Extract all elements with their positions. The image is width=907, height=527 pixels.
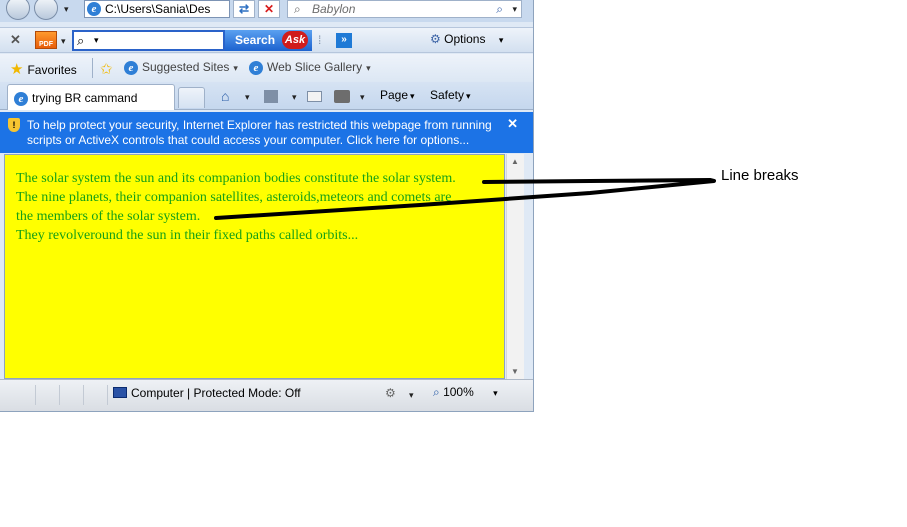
status-cell	[84, 385, 108, 405]
stop-button[interactable]: ✕	[258, 0, 280, 18]
page-content: The solar system the sun and its compani…	[4, 154, 505, 379]
chevron-down-icon: ▾	[493, 388, 498, 398]
feeds-dropdown-icon[interactable]: ▾	[292, 92, 297, 103]
zoom-level: 100%	[443, 385, 474, 399]
star-icon: ★	[10, 61, 24, 78]
magnifier-icon: ⌕	[77, 33, 85, 48]
scroll-up-icon[interactable]: ▲	[511, 157, 519, 166]
refresh-button[interactable]: ⇄	[233, 0, 255, 18]
search-go-icon[interactable]: ⌕	[496, 1, 503, 17]
ie-page-icon: e	[87, 2, 101, 16]
chevron-down-icon: ▾	[233, 63, 238, 73]
add-favorite-icon: ✩	[100, 61, 113, 78]
tab-row: e trying BR cammand ⌂ ▾ ▾ ▾ Page ▾ Safety ▾	[0, 82, 533, 110]
search-placeholder: Babylon	[312, 2, 356, 16]
forward-button[interactable]	[34, 0, 58, 20]
favorites-label: Favorites	[27, 63, 77, 77]
ask-toolbar: ✕ PDF ▾ ⌕ ▾ Search Ask ⁞ » ⚙ Options ▾	[0, 27, 533, 53]
status-cell	[60, 385, 84, 405]
address-field[interactable]: e C:\Users\Sania\Des	[84, 0, 230, 18]
scroll-down-icon[interactable]: ▼	[511, 367, 519, 376]
mail-icon[interactable]	[307, 91, 322, 102]
text-line: The solar system the sun and its compani…	[16, 171, 456, 186]
print-dropdown-icon[interactable]: ▾	[360, 92, 365, 103]
add-favorite-button[interactable]: ✩	[100, 60, 117, 78]
chevron-down-icon: ▾	[366, 63, 371, 73]
back-button[interactable]	[6, 0, 30, 20]
gear-icon: ⚙	[430, 32, 441, 46]
suggested-sites-menu[interactable]: e Suggested Sites ▾	[124, 60, 238, 75]
information-bar-message: To help protect your security, Internet …	[27, 118, 492, 147]
annotation-label: Line breaks	[721, 167, 799, 184]
text-line: the members of the solar system.	[16, 209, 201, 224]
safety-menu[interactable]: Safety ▾	[430, 88, 471, 102]
security-zone[interactable]: Computer | Protected Mode: Off	[113, 386, 301, 400]
search-input[interactable]: ⌕ Babylon ⌕ ▾	[287, 0, 522, 18]
safety-menu-label: Safety	[430, 88, 465, 102]
new-tab-button[interactable]	[178, 87, 205, 108]
security-zone-label: Computer | Protected Mode: Off	[131, 386, 301, 400]
pdf-dropdown-icon[interactable]: ▾	[61, 36, 66, 47]
ask-search-input[interactable]: ⌕ ▾	[72, 30, 225, 51]
more-chevron-icon[interactable]: »	[336, 33, 352, 48]
tab-trying-br-cammand[interactable]: e trying BR cammand	[7, 84, 175, 110]
suggested-sites-label: Suggested Sites	[142, 60, 230, 74]
page-menu[interactable]: Page ▾	[380, 88, 415, 102]
ask-search-button[interactable]: Search Ask	[225, 30, 312, 51]
pop-up-blocker-icon[interactable]: ⚙	[385, 386, 396, 400]
tab-title: trying BR cammand	[32, 91, 138, 105]
web-slice-gallery-menu[interactable]: e Web Slice Gallery ▾	[249, 60, 371, 75]
vertical-scrollbar[interactable]: ▲ ▼	[506, 154, 524, 379]
toolbar-grip-icon[interactable]: ⁞	[318, 33, 321, 47]
ie-page-icon: e	[249, 61, 263, 75]
magnifier-icon: ⌕	[294, 2, 301, 16]
page-text: The solar system the sun and its compani…	[16, 169, 501, 245]
chevron-down-icon: ▾	[466, 91, 471, 101]
ie-page-icon: e	[14, 92, 28, 106]
zoom-icon: ⌕	[433, 385, 440, 399]
ask-logo: Ask	[282, 31, 308, 49]
page-menu-label: Page	[380, 88, 409, 102]
ie-page-icon: e	[124, 61, 138, 75]
search-button-label: Search	[235, 33, 276, 47]
chevron-down-icon[interactable]: ▾	[409, 390, 414, 401]
search-dropdown-icon[interactable]: ▾	[94, 35, 99, 46]
feeds-icon[interactable]	[264, 90, 278, 103]
status-cell	[0, 385, 36, 405]
status-cell	[36, 385, 60, 405]
home-icon[interactable]: ⌂	[221, 88, 229, 104]
chevron-down-icon: ▾	[498, 35, 504, 45]
ie-browser-window: ▾ e C:\Users\Sania\Des ⇄ ✕ ⌕ Babylon ⌕ ▾…	[0, 0, 534, 412]
options-label: Options	[444, 32, 486, 46]
zoom-control[interactable]: ⌕ 100% ▾	[433, 385, 498, 400]
web-slice-gallery-label: Web Slice Gallery	[267, 60, 363, 74]
close-toolbar-icon[interactable]: ✕	[10, 32, 21, 48]
pdf-icon[interactable]: PDF	[35, 31, 57, 49]
options-menu[interactable]: ⚙ Options ▾	[430, 32, 503, 46]
address-text: C:\Users\Sania\Des	[105, 2, 211, 16]
text-line: They revolveround the sun in their fixed…	[16, 228, 359, 243]
toolbar-separator	[92, 58, 93, 78]
chevron-down-icon: ▾	[410, 91, 415, 101]
search-dropdown-icon[interactable]: ▾	[512, 1, 517, 17]
text-line: The nine planets, their companion satell…	[16, 190, 452, 205]
computer-icon	[113, 387, 127, 398]
favorites-bar: ★ Favorites ✩ e Suggested Sites ▾ e Web Slic…	[0, 54, 533, 82]
address-row: ▾ e C:\Users\Sania\Des ⇄ ✕ ⌕ Babylon ⌕ ▾	[0, 0, 533, 22]
close-icon[interactable]: ✕	[507, 116, 518, 132]
history-dropdown-icon[interactable]: ▾	[64, 4, 69, 15]
information-bar[interactable]: ! To help protect your security, Interne…	[0, 112, 533, 153]
status-bar: Computer | Protected Mode: Off ⚙ ▾ ⌕ 100…	[0, 379, 533, 411]
print-icon[interactable]	[334, 90, 350, 103]
home-dropdown-icon[interactable]: ▾	[245, 92, 250, 103]
shield-warning-icon: !	[8, 118, 20, 132]
favorites-button[interactable]: ★ Favorites	[10, 60, 77, 78]
